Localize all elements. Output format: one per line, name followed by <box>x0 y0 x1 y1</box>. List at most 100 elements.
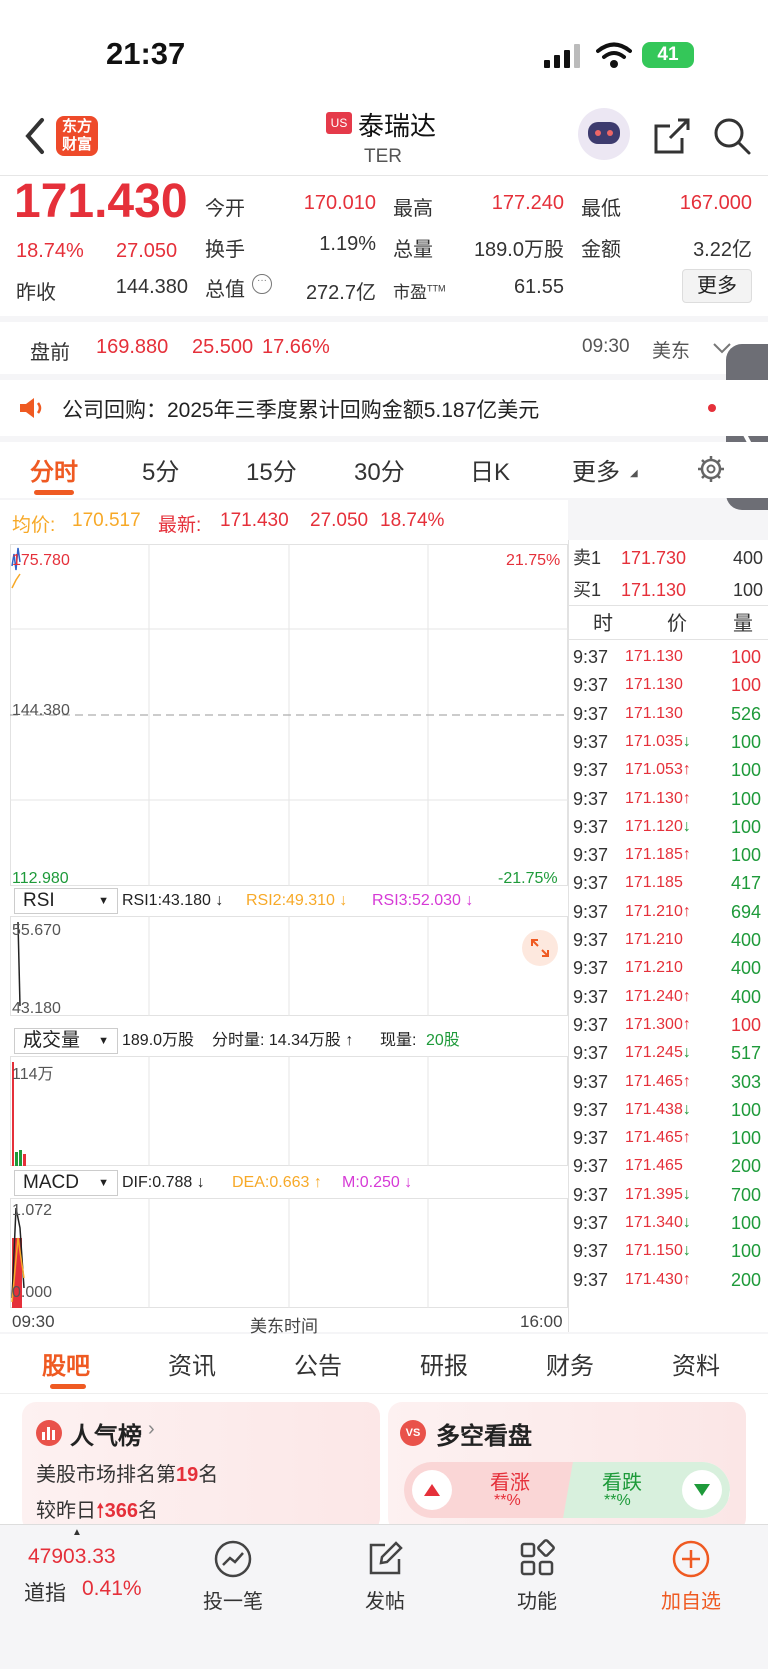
chart-bars-icon <box>36 1420 62 1446</box>
tab-more[interactable]: 更多 <box>572 452 620 487</box>
trade-price: 171.300↑ <box>625 1015 691 1033</box>
tab-news[interactable]: 资讯 <box>168 1346 216 1381</box>
tab-intraday[interactable]: 分时 <box>30 452 78 487</box>
turnover-label: 换手 <box>205 239 245 261</box>
trade-price: 171.150↓ <box>625 1242 691 1260</box>
tab-daily-k[interactable]: 日K <box>470 452 510 487</box>
tab-financials[interactable]: 财务 <box>546 1346 594 1381</box>
high-value: 177.240 <box>491 192 564 214</box>
volume-period: 分时量: 14.34万股 ↑ <box>212 1032 354 1049</box>
trade-price: 171.185↑ <box>625 846 691 864</box>
trade-row: 9:37 171.150↓ 100 <box>569 1236 768 1266</box>
macd-chart[interactable] <box>10 1198 568 1308</box>
dow-index-value[interactable]: 47903.33 <box>28 1545 116 1569</box>
nav-functions[interactable]: 功能 <box>482 1539 592 1614</box>
avg-label: 均价: <box>12 515 56 536</box>
trade-time: 9:37 <box>573 1014 609 1035</box>
trade-price: 171.120↓ <box>625 817 691 835</box>
volume-value: 189.0万股 <box>473 239 564 261</box>
tab-profile[interactable]: 资料 <box>672 1346 720 1381</box>
bull-bear-card[interactable]: VS 多空看盘 看涨 **% 看跌 **% <box>388 1402 746 1532</box>
macd-selector[interactable]: MACD ▼ <box>14 1170 118 1196</box>
bear-button[interactable] <box>682 1470 722 1510</box>
amount-label: 金额 <box>581 239 621 261</box>
chart-panel[interactable]: 175.780 21.75% 144.380 112.980 -21.75% R… <box>0 540 568 1336</box>
trade-row: 9:37 171.210↑ 694 <box>569 897 768 927</box>
premarket-bar[interactable]: 盘前 169.880 25.500 17.66% 09:30 美东 <box>0 322 768 374</box>
rsi3-value: RSI3:52.030 ↓ <box>372 892 474 909</box>
nav-invest[interactable]: 投一笔 <box>178 1539 288 1614</box>
cellular-signal-icon <box>544 44 584 68</box>
tab-15min[interactable]: 15分 <box>246 452 297 487</box>
notice-bar[interactable]: 公司回购：2025年三季度累计回购金额5.187亿美元 <box>0 380 768 436</box>
market-badge: US <box>326 112 352 134</box>
rsi2-value: RSI2:49.310 ↓ <box>246 892 348 909</box>
nav-add-watchlist-label: 加自选 <box>661 1591 721 1613</box>
tab-research[interactable]: 研报 <box>420 1346 468 1381</box>
intraday-price-chart[interactable] <box>10 544 568 886</box>
bull-pct: **% <box>494 1492 521 1509</box>
bear-pct: **% <box>604 1492 631 1509</box>
volume-current-value: 20股 <box>426 1032 460 1049</box>
tab-5min[interactable]: 5分 <box>142 452 179 487</box>
gear-icon[interactable] <box>696 454 726 484</box>
app-logo[interactable]: 东方财富 <box>56 116 98 156</box>
macd-header: MACD ▼ DIF:0.788 ↓ DEA:0.663 ↑ M:0.250 ↓ <box>0 1168 568 1198</box>
trade-price: 171.465 <box>625 1157 683 1175</box>
pe-label: 市盈TTM <box>393 283 446 302</box>
trade-volume: 400 <box>730 986 761 1007</box>
trade-price: 171.130 <box>625 676 683 694</box>
trade-volume: 100 <box>730 1213 761 1233</box>
quote-panel: 171.430 18.74% 27.050 昨收 144.380 今开 170.… <box>0 175 768 316</box>
trade-time: 9:37 <box>573 788 609 809</box>
trade-row: 9:37 171.185 417 <box>569 868 768 898</box>
trade-row: 9:37 171.240↑ 400 <box>569 982 768 1012</box>
trade-price: 171.035↓ <box>625 732 691 750</box>
trade-price: 171.395↓ <box>625 1185 691 1203</box>
nav-add-watchlist[interactable]: 加自选 <box>636 1539 746 1614</box>
pe-value: 61.55 <box>513 276 564 298</box>
active-tab-indicator <box>34 490 74 495</box>
trade-row: 9:37 171.035↓ 100 <box>569 727 768 757</box>
trade-time: 9:37 <box>573 930 609 950</box>
volume-chart[interactable] <box>10 1056 568 1166</box>
nav-functions-label: 功能 <box>517 1591 557 1613</box>
chart-tabs: 分时 5分 15分 30分 日K 更多 ◢ <box>0 442 768 498</box>
expand-icon[interactable] <box>522 930 558 966</box>
search-icon[interactable] <box>712 116 752 156</box>
tab-forum[interactable]: 股吧 <box>42 1346 90 1381</box>
trade-row: 9:37 171.465↑ 100 <box>569 1123 768 1153</box>
stock-code: TER <box>364 146 402 167</box>
robot-avatar-icon[interactable] <box>578 108 630 160</box>
trade-price: 171.210 <box>625 931 683 948</box>
volume-selector[interactable]: 成交量 ▼ <box>14 1028 118 1054</box>
nav-post[interactable]: 发帖 <box>330 1539 440 1614</box>
tab-30min[interactable]: 30分 <box>354 452 405 487</box>
market-rank: 美股市场排名第19名 <box>36 1464 219 1486</box>
status-time: 21:37 <box>106 36 186 71</box>
trade-time: 9:37 <box>573 873 609 894</box>
trade-row: 9:37 171.130 100 <box>569 670 768 700</box>
bull-button[interactable] <box>412 1470 452 1510</box>
rsi-selector[interactable]: RSI ▼ <box>14 888 118 914</box>
share-icon[interactable] <box>652 116 692 156</box>
more-button[interactable]: 更多 <box>682 269 752 303</box>
tab-announcements[interactable]: 公告 <box>294 1346 342 1381</box>
premarket-change: 25.500 <box>192 336 254 358</box>
trade-volume: 100 <box>730 816 761 837</box>
latest-label: 最新: <box>158 515 202 536</box>
trade-time: 9:37 <box>573 731 609 752</box>
trades-col-price: 价 <box>667 613 687 635</box>
trade-row: 9:37 171.465 200 <box>569 1151 768 1181</box>
trade-time: 9:37 <box>573 1071 609 1092</box>
rsi-chart[interactable] <box>10 916 568 1016</box>
trade-volume: 100 <box>730 845 761 866</box>
trade-row: 9:37 171.120↓ 100 <box>569 812 768 842</box>
back-arrow-icon[interactable] <box>22 116 48 156</box>
trade-panel[interactable]: 卖1 171.730 400 买1 171.130 100 时 价 量 9:37… <box>568 540 768 1332</box>
trade-time: 9:37 <box>573 1099 609 1120</box>
trade-volume: 303 <box>730 1071 761 1092</box>
vs-icon: VS <box>400 1420 426 1446</box>
popularity-card[interactable]: 人气榜 › 美股市场排名第19名 较昨日🠕366名 <box>22 1402 380 1532</box>
info-dots-icon[interactable]: ··· <box>252 274 272 294</box>
